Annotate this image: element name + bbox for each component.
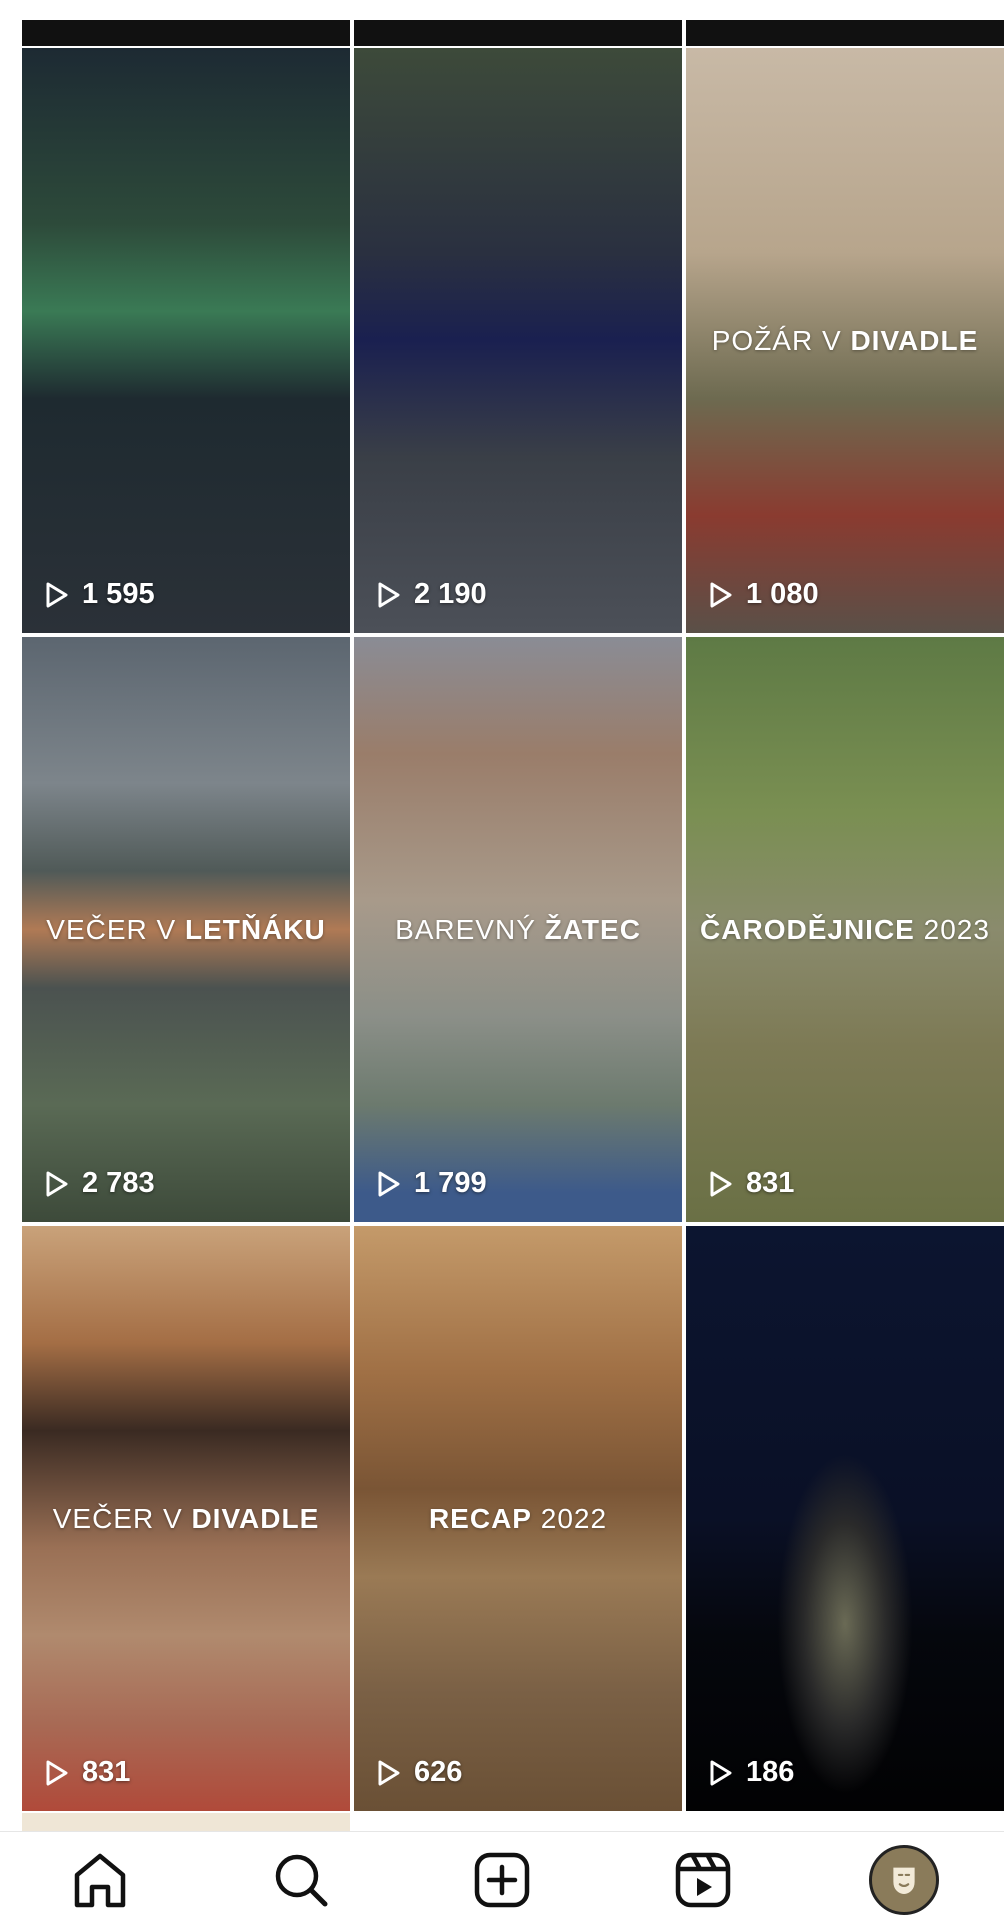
play-icon xyxy=(710,1760,732,1785)
reel-tile[interactable]: 2 190 xyxy=(354,48,682,633)
view-count-value: 1 080 xyxy=(746,578,819,610)
play-icon xyxy=(378,1171,400,1196)
nav-reels-button[interactable] xyxy=(663,1840,743,1920)
view-count: 831 xyxy=(44,1756,130,1789)
profile-avatar xyxy=(868,1844,939,1915)
play-icon xyxy=(46,582,68,607)
view-count: 626 xyxy=(376,1756,462,1789)
view-count: 1 080 xyxy=(708,578,819,611)
reel-tile[interactable]: RECAP 2022 626 xyxy=(354,1226,682,1811)
view-count-value: 831 xyxy=(82,1756,131,1788)
home-icon xyxy=(75,1853,126,1907)
nav-profile-button[interactable] xyxy=(864,1840,944,1920)
previous-row-strip xyxy=(686,20,1004,46)
reel-title: VEČER V LETŇÁKU xyxy=(46,913,326,945)
reel-tile[interactable]: POŽÁR V DIVADLE 1 080 xyxy=(686,48,1004,633)
reel-tile[interactable]: VEČER V LETŇÁKU 2 783 xyxy=(22,637,350,1222)
create-post-icon xyxy=(474,1852,530,1907)
bottom-navigation xyxy=(0,1832,1004,1927)
view-count: 1 799 xyxy=(376,1167,487,1200)
play-icon xyxy=(710,582,732,607)
reel-tile[interactable]: BAREVNÝ ŽATEC 1 799 xyxy=(354,637,682,1222)
view-count: 186 xyxy=(708,1756,794,1789)
reel-thumbnail xyxy=(686,1226,1004,1811)
play-icon xyxy=(710,1171,732,1196)
next-row-strip xyxy=(22,1813,350,1831)
view-count: 2 783 xyxy=(44,1167,155,1200)
view-count-value: 2 190 xyxy=(414,578,487,610)
reel-tile[interactable]: 1 595 xyxy=(22,48,350,633)
view-count-value: 1 595 xyxy=(82,578,155,610)
search-icon xyxy=(275,1854,328,1906)
nav-create-button[interactable] xyxy=(462,1840,542,1920)
theatre-mask-icon xyxy=(892,1867,915,1894)
view-count-value: 831 xyxy=(746,1167,795,1199)
reel-thumbnail xyxy=(354,48,682,633)
play-icon xyxy=(378,582,400,607)
play-icon xyxy=(46,1760,68,1785)
reel-tile[interactable]: VEČER V DIVADLE 831 xyxy=(22,1226,350,1811)
view-count: 831 xyxy=(708,1167,794,1200)
play-icon xyxy=(46,1171,68,1196)
reel-title: ČARODĚJNICE 2023 xyxy=(700,913,990,945)
view-count-value: 626 xyxy=(414,1756,463,1788)
previous-row-strip xyxy=(22,20,350,46)
reel-title: VEČER V DIVADLE xyxy=(52,1502,320,1534)
previous-row-strip xyxy=(354,20,682,46)
nav-search-button[interactable] xyxy=(261,1840,341,1920)
reel-title: BAREVNÝ ŽATEC xyxy=(395,913,641,945)
nav-home-button[interactable] xyxy=(60,1840,140,1920)
view-count: 1 595 xyxy=(44,578,155,611)
view-count-value: 2 783 xyxy=(82,1167,155,1199)
reels-grid: 1 595 2 190 POŽÁR V DIVADLE 1 080 VEČER … xyxy=(22,48,1004,1811)
view-count-value: 186 xyxy=(746,1756,795,1788)
view-count: 2 190 xyxy=(376,578,487,611)
reel-thumbnail xyxy=(22,48,350,633)
view-count-value: 1 799 xyxy=(414,1167,487,1199)
reel-title: RECAP 2022 xyxy=(428,1502,608,1534)
reel-title: POŽÁR V DIVADLE xyxy=(711,324,979,356)
reels-icon xyxy=(675,1852,731,1907)
reel-tile[interactable]: 186 xyxy=(686,1226,1004,1811)
reel-tile[interactable]: ČARODĚJNICE 2023 831 xyxy=(686,637,1004,1222)
play-icon xyxy=(378,1760,400,1785)
